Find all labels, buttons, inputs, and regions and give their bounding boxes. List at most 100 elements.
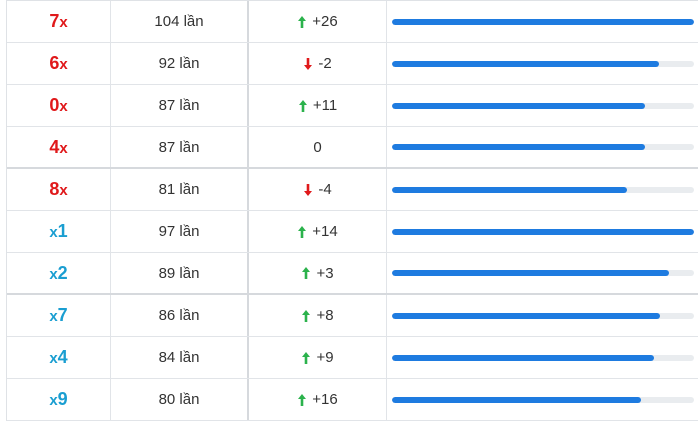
progress-fill	[392, 144, 645, 150]
table-row: 8x 81 lần -4	[7, 169, 698, 211]
number-cell: 7x	[7, 1, 111, 42]
occurrence-count: 80 lần	[158, 391, 200, 408]
progress-track	[392, 354, 694, 361]
progress-fill	[392, 102, 645, 109]
delta-text: +11	[312, 97, 338, 114]
number-digit: 4	[57, 347, 68, 367]
progress-cell	[387, 1, 698, 42]
number-cell: 6x	[7, 43, 111, 84]
lotto-number: 8x	[49, 179, 67, 200]
delta-cell: +9	[249, 337, 387, 378]
delta-text: +8	[316, 307, 334, 324]
progress-fill	[392, 312, 660, 319]
occurrence-count: 97 lần	[158, 223, 200, 240]
occurrence-count: 89 lần	[158, 264, 200, 282]
progress-track	[392, 102, 694, 109]
number-cell: 0x	[7, 85, 111, 126]
arrow-down-icon	[303, 183, 313, 197]
occurrence-count: 104 lần	[154, 13, 204, 30]
number-digit: 4	[49, 136, 60, 157]
progress-fill	[392, 354, 654, 361]
lotto-number: x9	[49, 389, 67, 410]
progress-cell	[387, 253, 698, 293]
delta-text: -2	[318, 55, 332, 72]
table-row: 4x 87 lần 0	[7, 127, 698, 169]
number-mark: x	[49, 392, 58, 409]
number-mark: x	[59, 56, 68, 73]
number-mark: x	[59, 182, 68, 199]
count-cell: 87 lần	[111, 127, 249, 167]
delta-value: -2	[303, 55, 332, 72]
delta-cell: +3	[249, 253, 387, 293]
table-row: 6x 92 lần -2	[7, 43, 698, 85]
delta-cell: 0	[249, 127, 387, 167]
delta-text: -4	[318, 181, 332, 198]
number-mark: x	[49, 350, 58, 367]
delta-value: +16	[297, 391, 338, 408]
frequency-table: 7x 104 lần +26 6x 92 lần -2 0x 87 lần +11 4x 87 lầ…	[6, 0, 698, 421]
lotto-number: x2	[49, 263, 67, 284]
occurrence-count: 87 lần	[158, 97, 200, 114]
lotto-number: 4x	[49, 137, 67, 158]
delta-cell: +11	[249, 85, 387, 126]
delta-text: +26	[312, 13, 338, 30]
number-mark: x	[49, 224, 58, 241]
delta-cell: +8	[249, 295, 387, 336]
delta-cell: -4	[249, 169, 387, 210]
progress-track	[392, 396, 694, 403]
count-cell: 84 lần	[111, 337, 249, 378]
table-row: 0x 87 lần +11	[7, 85, 698, 127]
progress-cell	[387, 43, 698, 84]
count-cell: 89 lần	[111, 253, 249, 293]
progress-fill	[392, 396, 642, 403]
number-digit: 9	[57, 389, 68, 409]
count-cell: 87 lần	[111, 85, 249, 126]
progress-fill	[392, 228, 694, 235]
occurrence-count: 86 lần	[158, 307, 200, 324]
delta-value: +3	[301, 264, 334, 282]
occurrence-count: 87 lần	[158, 138, 200, 156]
delta-text: +16	[312, 391, 338, 408]
occurrence-count: 92 lần	[158, 55, 200, 72]
count-cell: 80 lần	[111, 379, 249, 420]
number-digit: 8	[49, 179, 60, 199]
progress-cell	[387, 127, 698, 167]
occurrence-count: 84 lần	[158, 349, 200, 366]
delta-cell: -2	[249, 43, 387, 84]
delta-value: +11	[298, 97, 337, 114]
table-row: x1 97 lần +14	[7, 211, 698, 253]
progress-cell	[387, 211, 698, 252]
arrow-up-icon	[301, 309, 311, 323]
arrow-up-icon	[301, 351, 311, 365]
delta-value: 0	[313, 139, 321, 156]
table-row: x4 84 lần +9	[7, 337, 698, 379]
count-cell: 81 lần	[111, 169, 249, 210]
number-mark: x	[59, 98, 68, 115]
delta-cell: +16	[249, 379, 387, 420]
progress-cell	[387, 295, 698, 336]
arrow-up-icon	[297, 15, 307, 29]
number-mark: x	[49, 308, 58, 325]
delta-value: +14	[297, 223, 338, 240]
delta-value: +9	[301, 349, 334, 366]
lotto-number: 0x	[49, 95, 67, 116]
progress-track	[392, 270, 694, 276]
number-digit: 6	[49, 53, 60, 73]
delta-text: +3	[316, 264, 334, 282]
number-cell: x7	[7, 295, 111, 336]
arrow-up-icon	[298, 99, 308, 113]
progress-fill	[392, 270, 670, 276]
number-cell: x1	[7, 211, 111, 252]
arrow-up-icon	[297, 393, 307, 407]
progress-cell	[387, 337, 698, 378]
count-cell: 104 lần	[111, 1, 249, 42]
count-cell: 92 lần	[111, 43, 249, 84]
delta-text: +14	[312, 223, 338, 240]
number-mark: x	[59, 139, 68, 157]
number-digit: 1	[57, 221, 68, 241]
progress-track	[392, 312, 694, 319]
arrow-up-icon	[297, 225, 307, 239]
delta-value: -4	[303, 181, 332, 198]
number-cell: x4	[7, 337, 111, 378]
table-row: 7x 104 lần +26	[7, 1, 698, 43]
